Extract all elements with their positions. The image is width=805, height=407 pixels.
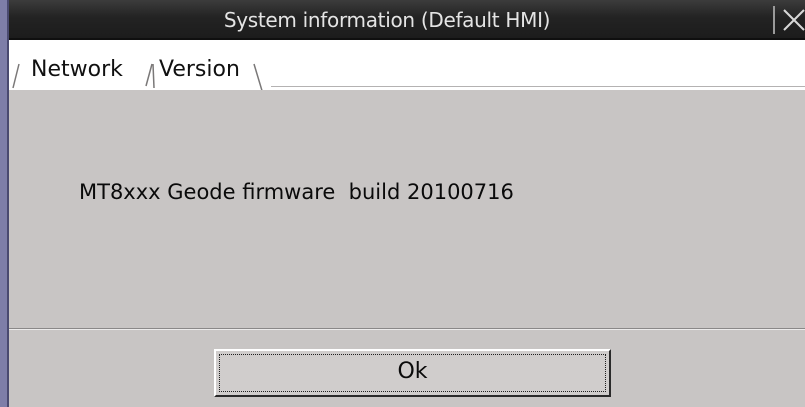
window-title: System information (Default HMI) [223,8,551,32]
firmware-version-text: MT8xxx Geode firmware build 20100716 [79,180,514,204]
dialog-footer: Ok [9,330,805,407]
ok-button[interactable]: Ok [214,349,611,397]
version-panel: MT8xxx Geode firmware build 20100716 [9,90,805,328]
tab-bar: Network Version [9,40,805,92]
title-bar[interactable]: System information (Default HMI) [9,0,805,40]
ok-button-label: Ok [397,359,428,384]
system-information-dialog: System information (Default HMI) Network… [0,0,805,407]
tab-network[interactable]: Network [31,52,123,88]
close-button[interactable] [773,6,805,34]
close-icon [783,9,805,31]
tab-version[interactable]: Version [159,52,240,88]
